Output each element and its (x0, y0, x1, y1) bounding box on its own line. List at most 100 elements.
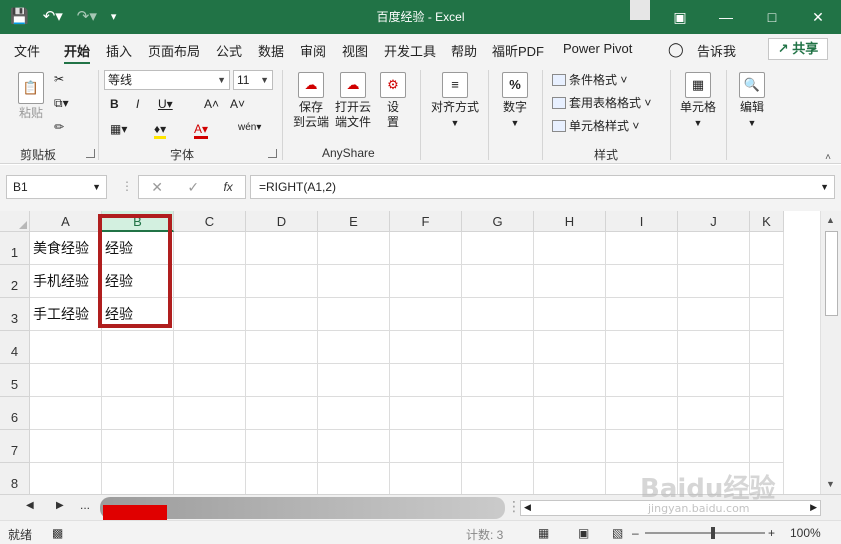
cell-b7[interactable] (102, 430, 174, 463)
phonetic-icon[interactable]: wén▾ (238, 122, 261, 133)
font-name-select[interactable]: 等线 ▼ (104, 70, 230, 90)
cell-h7[interactable] (534, 430, 606, 463)
cell-e5[interactable] (318, 364, 390, 397)
cell-h2[interactable] (534, 265, 606, 298)
font-color-icon[interactable]: A▾ (194, 122, 209, 139)
macro-record-icon[interactable]: ▩ (52, 526, 63, 540)
cell-k5[interactable] (750, 364, 784, 397)
vertical-scroll-thumb[interactable] (825, 231, 838, 316)
cell-d2[interactable] (246, 265, 318, 298)
select-all-button[interactable] (0, 211, 30, 232)
cell-e2[interactable] (318, 265, 390, 298)
column-header-i[interactable]: I (606, 211, 678, 232)
more-sheets-icon[interactable]: ... (80, 498, 90, 512)
tab-splitter-icon[interactable]: ⋮ (507, 498, 521, 515)
cell-k2[interactable] (750, 265, 784, 298)
tab-page-layout[interactable]: 页面布局 (148, 41, 200, 60)
column-header-g[interactable]: G (462, 211, 534, 232)
column-header-j[interactable]: J (678, 211, 750, 232)
prev-sheet-icon[interactable]: ◀ (26, 500, 34, 511)
zoom-in-icon[interactable]: + (768, 526, 775, 540)
formula-input[interactable]: =RIGHT(A1,2) ▼ (250, 175, 835, 199)
column-header-a[interactable]: A (30, 211, 102, 232)
cell-d8[interactable] (246, 463, 318, 496)
cell-b8[interactable] (102, 463, 174, 496)
cell-f5[interactable] (390, 364, 462, 397)
cell-g1[interactable] (462, 232, 534, 265)
cell-e7[interactable] (318, 430, 390, 463)
row-header-4[interactable]: 4 (0, 331, 30, 364)
anyshare-settings-button[interactable]: ⚙ 设 置 (376, 72, 410, 130)
cell-c2[interactable] (174, 265, 246, 298)
cell-g7[interactable] (462, 430, 534, 463)
cell-j4[interactable] (678, 331, 750, 364)
row-header-6[interactable]: 6 (0, 397, 30, 430)
cell-g5[interactable] (462, 364, 534, 397)
cell-i3[interactable] (606, 298, 678, 331)
border-icon[interactable]: ▦▾ (110, 122, 127, 136)
cell-f6[interactable] (390, 397, 462, 430)
cell-e1[interactable] (318, 232, 390, 265)
column-header-k[interactable]: K (750, 211, 784, 232)
italic-icon[interactable]: I (136, 97, 139, 111)
cell-b5[interactable] (102, 364, 174, 397)
cell-f4[interactable] (390, 331, 462, 364)
bold-icon[interactable]: B (110, 97, 119, 111)
cut-icon[interactable]: ✂ (54, 72, 64, 86)
tab-developer[interactable]: 开发工具 (384, 41, 436, 60)
cell-a8[interactable] (30, 463, 102, 496)
cell-c1[interactable] (174, 232, 246, 265)
cell-k1[interactable] (750, 232, 784, 265)
cell-j3[interactable] (678, 298, 750, 331)
cell-c4[interactable] (174, 331, 246, 364)
tell-me-search[interactable]: 告诉我 (697, 41, 736, 60)
cell-a5[interactable] (30, 364, 102, 397)
cell-i5[interactable] (606, 364, 678, 397)
zoom-slider-knob[interactable] (711, 527, 715, 539)
clipboard-launcher-icon[interactable] (86, 149, 95, 158)
zoom-slider[interactable] (645, 527, 765, 539)
zoom-level[interactable]: 100% (790, 526, 821, 540)
cell-e3[interactable] (318, 298, 390, 331)
cell-a7[interactable] (30, 430, 102, 463)
close-icon[interactable]: ✕ (795, 0, 841, 34)
lightbulb-icon[interactable]: ◯ (668, 41, 684, 58)
tab-review[interactable]: 审阅 (300, 41, 326, 60)
cell-i6[interactable] (606, 397, 678, 430)
page-break-view-icon[interactable]: ▧ (612, 526, 623, 540)
share-button[interactable]: ↗ 共享 (768, 38, 828, 60)
column-header-c[interactable]: C (174, 211, 246, 232)
cell-d6[interactable] (246, 397, 318, 430)
cell-e4[interactable] (318, 331, 390, 364)
conditional-format-button[interactable]: 条件格式 ˅ (552, 71, 627, 88)
scroll-up-icon[interactable]: ▲ (826, 215, 835, 225)
cell-g2[interactable] (462, 265, 534, 298)
cell-c3[interactable] (174, 298, 246, 331)
open-cloud-file-button[interactable]: ☁ 打开云 端文件 (332, 72, 374, 130)
cell-f8[interactable] (390, 463, 462, 496)
enter-icon[interactable]: ✓ (187, 179, 199, 196)
cancel-icon[interactable]: ✕ (151, 179, 163, 196)
underline-icon[interactable]: U▾ (158, 97, 173, 111)
normal-view-icon[interactable]: ▦ (538, 526, 549, 540)
cell-k3[interactable] (750, 298, 784, 331)
cell-f1[interactable] (390, 232, 462, 265)
column-header-h[interactable]: H (534, 211, 606, 232)
row-header-5[interactable]: 5 (0, 364, 30, 397)
cell-d4[interactable] (246, 331, 318, 364)
cell-d3[interactable] (246, 298, 318, 331)
row-header-3[interactable]: 3 (0, 298, 30, 331)
insert-function-icon[interactable]: fx (223, 180, 232, 194)
name-box[interactable]: B1 ▼ (6, 175, 107, 199)
cell-f7[interactable] (390, 430, 462, 463)
tab-insert[interactable]: 插入 (106, 41, 132, 60)
tab-view[interactable]: 视图 (342, 41, 368, 60)
paste-button[interactable]: 📋 粘贴 (14, 72, 48, 121)
expand-formula-icon[interactable]: ▼ (820, 176, 829, 198)
font-size-select[interactable]: 11 ▼ (233, 70, 273, 90)
cell-d1[interactable] (246, 232, 318, 265)
font-launcher-icon[interactable] (268, 149, 277, 158)
scroll-right-icon[interactable]: ▶ (810, 502, 817, 513)
format-as-table-button[interactable]: 套用表格格式 ˅ (552, 94, 651, 111)
ribbon-display-icon[interactable]: ▣ (657, 0, 703, 34)
